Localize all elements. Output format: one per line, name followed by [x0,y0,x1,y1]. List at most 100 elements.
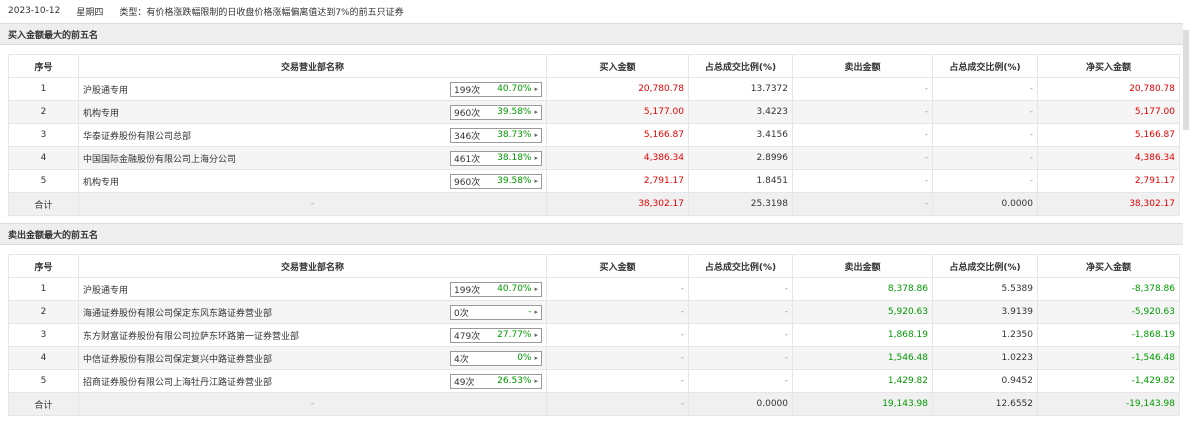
sell-ratio: - [932,169,1038,193]
col-header-sell-ratio: 占总成交比例(%) [932,254,1038,278]
dept-win-rate: 38.73% [497,130,532,140]
total-label: 合计 [8,392,79,416]
total-dept: - [78,392,547,416]
expand-arrow-icon: ▸ [534,131,538,139]
dept-stats-badge[interactable]: 199次 40.70% ▸ [450,81,542,97]
dept-win-rate: - [528,307,532,317]
row-index: 4 [8,346,79,370]
dept-name-link[interactable]: 中信证券股份有限公司保定复兴中路证券营业部 [83,352,272,365]
buy-amount: - [546,277,689,301]
col-header-dept: 交易营业部名称 [78,254,547,278]
table-row: 5 招商证券股份有限公司上海牡丹江路证券营业部 49次 26.53% ▸ - -1,429.… [8,369,1180,393]
table-row: 4 中国国际金融股份有限公司上海分公司 461次 38.18% ▸ 4,386.34 2.8… [8,146,1180,170]
total-net-amount: 38,302.17 [1037,192,1180,216]
buy-amount: - [546,369,689,393]
sell-ratio: 1.2350 [932,323,1038,347]
total-row: 合计 -38,302.17 25.3198-0.0000 38,302.17 [8,192,1180,216]
dept-cell: 机构专用 960次 39.58% ▸ [78,100,547,124]
col-header-sell: 卖出金额 [792,54,933,78]
dept-cell: 海通证券股份有限公司保定东风东路证券营业部 0次 - ▸ [78,300,547,324]
dept-times: 4次 [454,354,469,365]
dept-cell: 沪股通专用 199次 40.70% ▸ [78,77,547,101]
total-sell-amount: 19,143.98 [792,392,933,416]
dept-times: 461次 [454,154,481,165]
dept-name-link[interactable]: 海通证券股份有限公司保定东风东路证券营业部 [83,306,272,319]
dept-name-link[interactable]: 沪股通专用 [83,83,128,96]
table-row: 3 华泰证券股份有限公司总部 346次 38.73% ▸ 5,166.87 3.4156- -… [8,123,1180,147]
vertical-scrollbar[interactable] [1183,30,1189,130]
net-amount: -1,429.82 [1037,369,1180,393]
buy-section-title: 买入金额最大的前五名 [0,23,1183,45]
buy-ratio: 1.8451 [688,169,793,193]
net-amount: -8,378.86 [1037,277,1180,301]
dept-win-rate: 26.53% [497,376,532,386]
col-header-buy: 买入金额 [546,254,689,278]
dept-name-link[interactable]: 沪股通专用 [83,283,128,296]
dept-name-link[interactable]: 招商证券股份有限公司上海牡丹江路证券营业部 [83,375,272,388]
col-header-net: 净买入金额 [1037,254,1180,278]
dept-times: 199次 [454,85,481,96]
sell-ratio: 0.9452 [932,369,1038,393]
sell-amount: - [792,169,933,193]
dept-cell: 东方财富证券股份有限公司拉萨东环路第一证券营业部 479次 27.77% ▸ [78,323,547,347]
dept-stats-badge[interactable]: 0次 - ▸ [450,304,542,320]
buy-ratio: 2.8996 [688,146,793,170]
dept-name-link[interactable]: 机构专用 [83,106,119,119]
table-header-row: 序号 交易营业部名称 买入金额 占总成交比例(%) 卖出金额 占总成交比例(%)… [8,254,1180,278]
row-index: 1 [8,277,79,301]
sell-amount: - [792,100,933,124]
sell-ratio: - [932,100,1038,124]
dept-name-link[interactable]: 中国国际金融股份有限公司上海分公司 [83,152,236,165]
col-header-buy-ratio: 占总成交比例(%) [688,254,793,278]
net-amount: -1,546.48 [1037,346,1180,370]
table-row: 2 海通证券股份有限公司保定东风东路证券营业部 0次 - ▸ - -5,920.63 3.91… [8,300,1180,324]
sell-ratio: - [932,146,1038,170]
dept-name-link[interactable]: 华泰证券股份有限公司总部 [83,129,191,142]
dept-stats-badge[interactable]: 960次 39.58% ▸ [450,104,542,120]
table-row: 2 机构专用 960次 39.58% ▸ 5,177.00 3.4223- -5,177.00 [8,100,1180,124]
dept-cell: 机构专用 960次 39.58% ▸ [78,169,547,193]
dept-name-link[interactable]: 机构专用 [83,175,119,188]
dept-stats-badge[interactable]: 461次 38.18% ▸ [450,150,542,166]
table-row: 1 沪股通专用 199次 40.70% ▸ 20,780.78 13.7372- -20,78… [8,77,1180,101]
dept-stats-badge[interactable]: 4次 0% ▸ [450,350,542,366]
table-row: 5 机构专用 960次 39.58% ▸ 2,791.17 1.8451- -2,791.17 [8,169,1180,193]
total-sell-amount: - [792,192,933,216]
total-net-amount: -19,143.98 [1037,392,1180,416]
net-amount: -1,868.19 [1037,323,1180,347]
sell-amount: - [792,146,933,170]
expand-arrow-icon: ▸ [534,177,538,185]
dept-stats-badge[interactable]: 199次 40.70% ▸ [450,281,542,297]
sell-amount: 1,868.19 [792,323,933,347]
col-header-index: 序号 [8,254,79,278]
table-header-row: 序号 交易营业部名称 买入金额 占总成交比例(%) 卖出金额 占总成交比例(%)… [8,54,1180,78]
dept-name-link[interactable]: 东方财富证券股份有限公司拉萨东环路第一证券营业部 [83,329,299,342]
dept-stats-badge[interactable]: 960次 39.58% ▸ [450,173,542,189]
row-index: 2 [8,300,79,324]
dept-stats-badge[interactable]: 49次 26.53% ▸ [450,373,542,389]
sell-ratio: - [932,123,1038,147]
table-row: 1 沪股通专用 199次 40.70% ▸ - -8,378.86 5.5389 -8,378.… [8,277,1180,301]
buy-amount: 5,177.00 [546,100,689,124]
buy-amount: 5,166.87 [546,123,689,147]
dept-stats-badge[interactable]: 479次 27.77% ▸ [450,327,542,343]
total-buy-ratio: 0.0000 [688,392,793,416]
sell-amount: 1,429.82 [792,369,933,393]
row-index: 5 [8,369,79,393]
net-amount: 5,177.00 [1037,100,1180,124]
net-amount: 4,386.34 [1037,146,1180,170]
dept-win-rate: 40.70% [497,84,532,94]
report-type: 类型：有价格涨跌幅限制的日收盘价格涨幅偏离值达到7%的前五只证券 [119,7,404,18]
row-index: 4 [8,146,79,170]
buy-ratio: - [688,346,793,370]
sell-amount: - [792,77,933,101]
dept-win-rate: 39.58% [497,176,532,186]
net-amount: 5,166.87 [1037,123,1180,147]
buy-top5-table: 序号 交易营业部名称 买入金额 占总成交比例(%) 卖出金额 占总成交比例(%)… [8,54,1180,216]
buy-amount: 20,780.78 [546,77,689,101]
buy-ratio: - [688,300,793,324]
total-row: 合计 - -0.0000 19,143.98 12.6552 -19,143.98 [8,392,1180,416]
dept-stats-badge[interactable]: 346次 38.73% ▸ [450,127,542,143]
dept-cell: 招商证券股份有限公司上海牡丹江路证券营业部 49次 26.53% ▸ [78,369,547,393]
buy-amount: 2,791.17 [546,169,689,193]
